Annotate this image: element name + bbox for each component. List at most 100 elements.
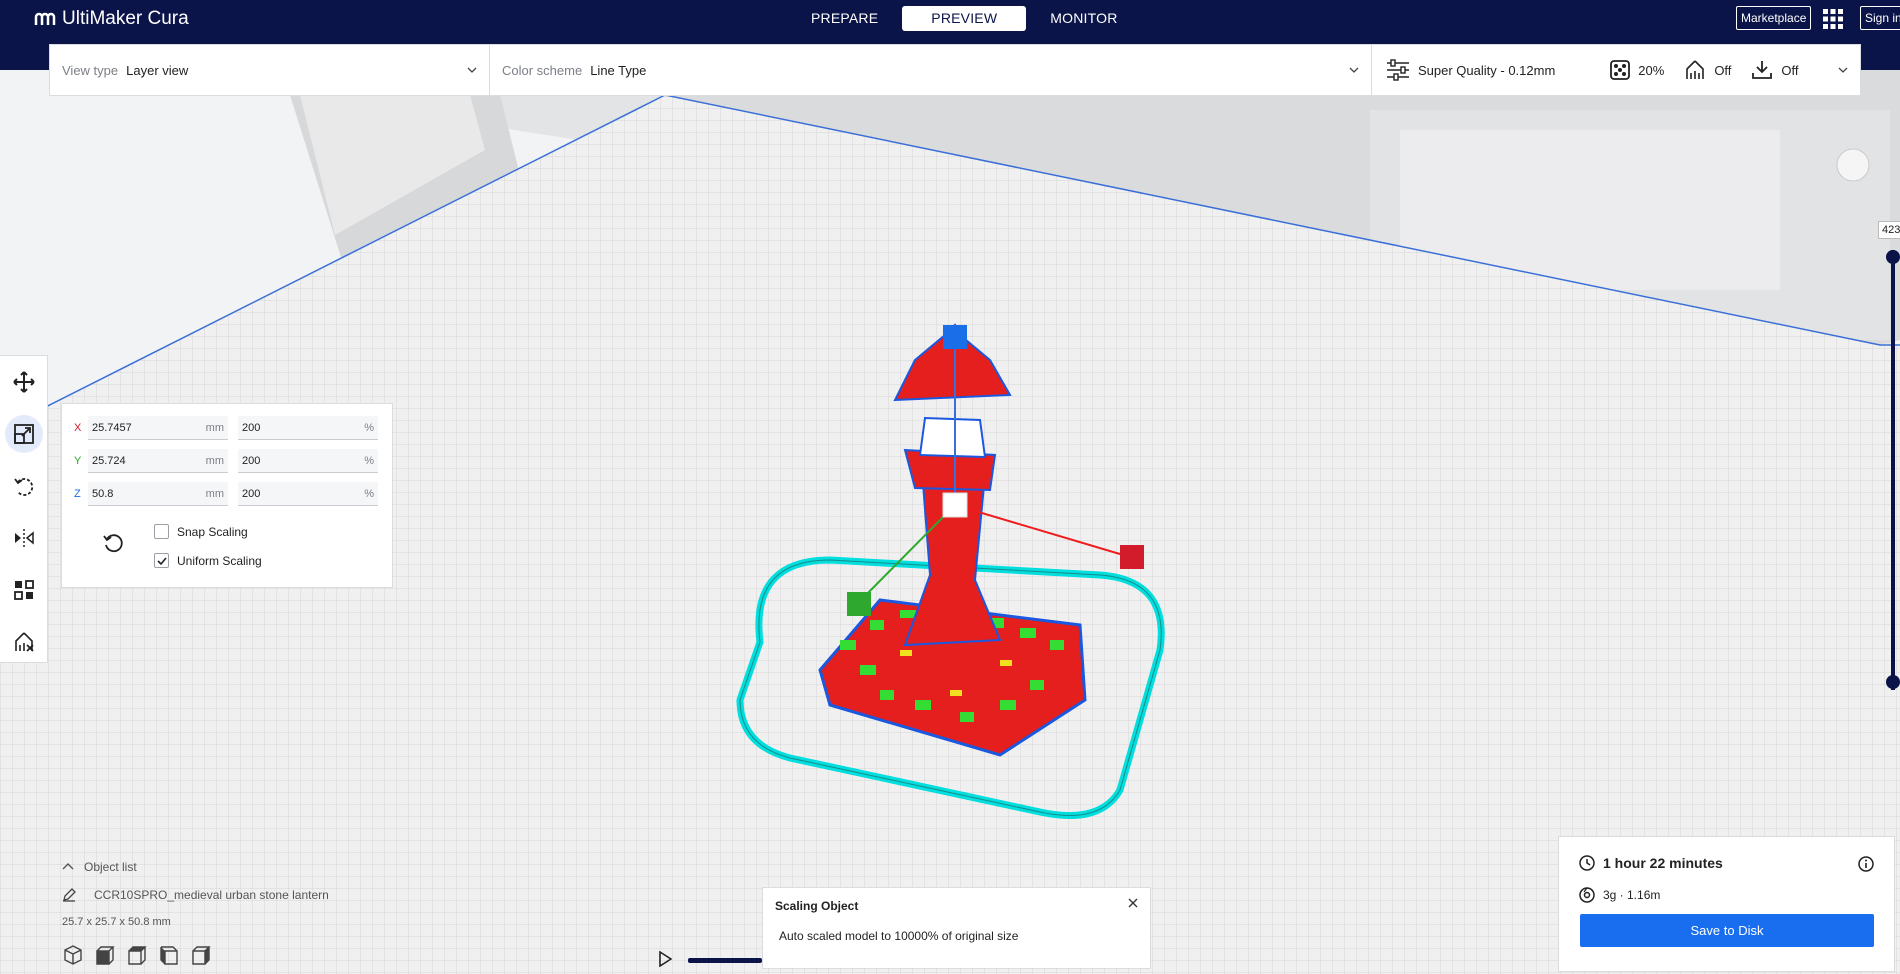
infill-item: 20% bbox=[1610, 60, 1664, 80]
tab-monitor[interactable]: MONITOR bbox=[1034, 6, 1133, 31]
per-model-settings-icon bbox=[14, 580, 34, 600]
stage-tabs: PREPARE PREVIEW MONITOR bbox=[795, 6, 1142, 31]
layer-number-field[interactable]: 423 bbox=[1878, 221, 1900, 239]
scale-y-percent-value: 200 bbox=[242, 454, 261, 467]
view-settings-bar: View type Layer view Color scheme Line T… bbox=[49, 44, 1861, 96]
adhesion-value: Off bbox=[1781, 62, 1799, 78]
material-usage: 3g · 1.16m bbox=[1579, 887, 1660, 903]
scale-x-percent-value: 200 bbox=[242, 421, 261, 434]
sliders-icon bbox=[1387, 59, 1409, 81]
object-dimensions: 25.7 x 25.7 x 50.8 mm bbox=[62, 916, 171, 928]
ultimaker-logo-icon bbox=[34, 12, 56, 25]
view-type-value: Layer view bbox=[126, 62, 189, 78]
print-settings-dropdown[interactable]: Super Quality - 0.12mm 20% Off Off bbox=[1372, 45, 1860, 95]
scale-row-x: X 25.7457 mm 200 % bbox=[74, 415, 378, 441]
scale-y-percent-input[interactable]: 200 % bbox=[238, 449, 378, 473]
tab-preview[interactable]: PREVIEW bbox=[902, 6, 1027, 31]
path-slider[interactable] bbox=[688, 958, 762, 963]
app-title: UltiMaker Cura bbox=[62, 8, 189, 29]
left-view-icon[interactable] bbox=[158, 944, 180, 966]
object-list-title: Object list bbox=[84, 860, 137, 874]
object-list-toggle[interactable]: Object list bbox=[62, 860, 137, 874]
color-scheme-value: Line Type bbox=[590, 62, 647, 78]
apps-grid-icon[interactable] bbox=[1822, 8, 1844, 30]
axis-y-label: Y bbox=[74, 455, 82, 467]
layer-slider-bottom-handle[interactable] bbox=[1886, 675, 1900, 689]
view-type-dropdown[interactable]: View type Layer view bbox=[50, 45, 490, 95]
pencil-icon bbox=[63, 888, 76, 902]
axis-z-label: Z bbox=[74, 488, 81, 500]
view-type-label: View type bbox=[62, 62, 119, 78]
object-name: CCR10SPRO_medieval urban stone lantern bbox=[94, 888, 329, 902]
save-to-disk-button[interactable]: Save to Disk bbox=[1580, 914, 1874, 947]
snap-scaling-label: Snap Scaling bbox=[177, 524, 248, 539]
unit-percent: % bbox=[364, 454, 374, 467]
rotate-icon bbox=[14, 478, 34, 496]
front-view-icon[interactable] bbox=[94, 944, 116, 966]
print-time: 1 hour 22 minutes bbox=[1579, 855, 1723, 871]
camera-view-buttons bbox=[62, 944, 212, 966]
unit-mm: mm bbox=[205, 421, 224, 434]
support-blocker-button[interactable] bbox=[0, 616, 48, 668]
close-icon[interactable] bbox=[1128, 898, 1138, 908]
per-model-settings-button[interactable] bbox=[0, 564, 48, 616]
scale-z-mm-input[interactable]: 50.8 mm bbox=[88, 482, 228, 506]
layer-slider-top-handle[interactable] bbox=[1886, 250, 1900, 264]
info-icon[interactable] bbox=[1858, 856, 1874, 872]
scale-z-percent-value: 200 bbox=[242, 487, 261, 500]
scale-y-mm-value: 25.724 bbox=[92, 454, 126, 467]
3d-view-icon[interactable] bbox=[62, 944, 84, 966]
uniform-scaling-label: Uniform Scaling bbox=[177, 553, 262, 568]
mirror-icon bbox=[15, 529, 34, 547]
message-text: Auto scaled model to 10000% of original … bbox=[779, 929, 1019, 943]
chevron-up-icon bbox=[62, 863, 74, 870]
color-scheme-dropdown[interactable]: Color scheme Line Type bbox=[490, 45, 1372, 95]
chevron-down-icon bbox=[467, 67, 477, 73]
tool-bar bbox=[0, 355, 48, 663]
infill-value: 20% bbox=[1638, 62, 1665, 78]
play-simulation-icon[interactable] bbox=[658, 951, 672, 967]
reset-scale-icon[interactable] bbox=[102, 532, 124, 554]
scale-icon bbox=[14, 424, 34, 444]
spool-icon bbox=[1579, 887, 1595, 903]
unit-mm: mm bbox=[205, 487, 224, 500]
right-view-icon[interactable] bbox=[190, 944, 212, 966]
move-tool-button[interactable] bbox=[0, 356, 48, 408]
color-scheme-label: Color scheme bbox=[502, 62, 583, 78]
top-view-icon[interactable] bbox=[126, 944, 148, 966]
rotate-tool-button[interactable] bbox=[0, 460, 48, 512]
object-list: Object list CCR10SPRO_medieval urban sto… bbox=[62, 860, 329, 928]
scale-row-z: Z 50.8 mm 200 % bbox=[74, 481, 378, 507]
support-value: Off bbox=[1714, 62, 1732, 78]
chevron-down-icon bbox=[1349, 67, 1359, 73]
sign-in-button[interactable]: Sign in bbox=[1860, 6, 1900, 30]
scale-x-mm-value: 25.7457 bbox=[92, 421, 132, 434]
layer-slider-track bbox=[1891, 250, 1895, 690]
marketplace-button[interactable]: Marketplace bbox=[1736, 6, 1812, 30]
unit-mm: mm bbox=[205, 454, 224, 467]
scale-z-percent-input[interactable]: 200 % bbox=[238, 482, 378, 506]
chevron-down-icon bbox=[1838, 67, 1848, 73]
scaling-message: Scaling Object Auto scaled model to 1000… bbox=[762, 887, 1151, 969]
mirror-tool-button[interactable] bbox=[0, 512, 48, 564]
scale-tool-panel: X 25.7457 mm 200 % Y 25.724 mm 200 % Z 5… bbox=[61, 403, 393, 588]
axis-x-label: X bbox=[74, 422, 82, 434]
unit-percent: % bbox=[364, 487, 374, 500]
snap-scaling-box[interactable] bbox=[154, 524, 169, 539]
profile-item: Super Quality - 0.12mm bbox=[1386, 59, 1555, 81]
tab-prepare[interactable]: PREPARE bbox=[795, 6, 894, 31]
scale-x-percent-input[interactable]: 200 % bbox=[238, 416, 378, 440]
scale-x-mm-input[interactable]: 25.7457 mm bbox=[88, 416, 228, 440]
uniform-scaling-checkbox[interactable]: Uniform Scaling bbox=[154, 553, 262, 568]
print-time-value: 1 hour 22 minutes bbox=[1603, 855, 1723, 871]
app-brand: UltiMaker Cura bbox=[34, 8, 189, 30]
layer-slider[interactable] bbox=[1886, 250, 1900, 690]
unit-percent: % bbox=[364, 421, 374, 434]
snap-scaling-checkbox[interactable]: Snap Scaling bbox=[154, 524, 248, 539]
scale-y-mm-input[interactable]: 25.724 mm bbox=[88, 449, 228, 473]
support-item: Off bbox=[1684, 59, 1731, 81]
scale-tool-button[interactable] bbox=[0, 408, 48, 460]
message-title: Scaling Object bbox=[775, 899, 859, 913]
object-list-item[interactable]: CCR10SPRO_medieval urban stone lantern bbox=[62, 888, 329, 902]
uniform-scaling-box[interactable] bbox=[154, 553, 169, 568]
